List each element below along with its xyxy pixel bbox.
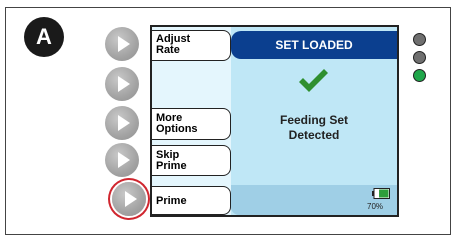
hardware-button-more-options[interactable] <box>105 106 139 140</box>
play-triangle-icon <box>118 36 130 52</box>
softkey-label-line2: Prime <box>156 160 187 172</box>
hardware-button-prime[interactable] <box>112 182 146 216</box>
softkey-prime[interactable]: Prime <box>152 186 231 215</box>
figure-label-badge: A <box>24 17 64 57</box>
softkey-label-line2: Rate <box>156 44 180 56</box>
status-area: SET LOADED Feeding Set Detected 70% <box>231 27 397 215</box>
pump-screen: Adjust Rate More Options Skip Prime Prim… <box>150 25 399 217</box>
softkey-adjust-rate[interactable]: Adjust Rate <box>152 30 231 61</box>
softkey-column: Adjust Rate More Options Skip Prime Prim… <box>152 27 231 215</box>
screen-header: SET LOADED <box>231 31 397 59</box>
battery-icon <box>372 188 390 199</box>
hardware-button-1[interactable] <box>105 27 139 61</box>
softkey-label-line2: Options <box>156 123 198 135</box>
status-message: Feeding Set Detected <box>231 113 397 143</box>
indicator-led-3 <box>413 69 426 82</box>
softkey-skip-prime[interactable]: Skip Prime <box>152 145 231 176</box>
play-triangle-icon <box>118 152 130 168</box>
play-triangle-icon <box>118 76 130 92</box>
status-message-line1: Feeding Set <box>279 113 348 127</box>
hardware-button-2[interactable] <box>105 67 139 101</box>
battery-percent: 70% <box>367 202 384 211</box>
hardware-button-skip-prime[interactable] <box>105 143 139 177</box>
play-triangle-icon <box>118 115 130 131</box>
check-mark-icon <box>299 69 328 92</box>
softkey-label-line1: Prime <box>156 195 187 207</box>
status-bar: 70% <box>231 185 397 215</box>
status-message-line2: Detected <box>288 128 340 142</box>
play-triangle-icon <box>125 191 137 207</box>
indicator-led-2 <box>413 51 426 64</box>
softkey-more-options[interactable]: More Options <box>152 108 231 140</box>
indicator-led-1 <box>413 33 426 46</box>
